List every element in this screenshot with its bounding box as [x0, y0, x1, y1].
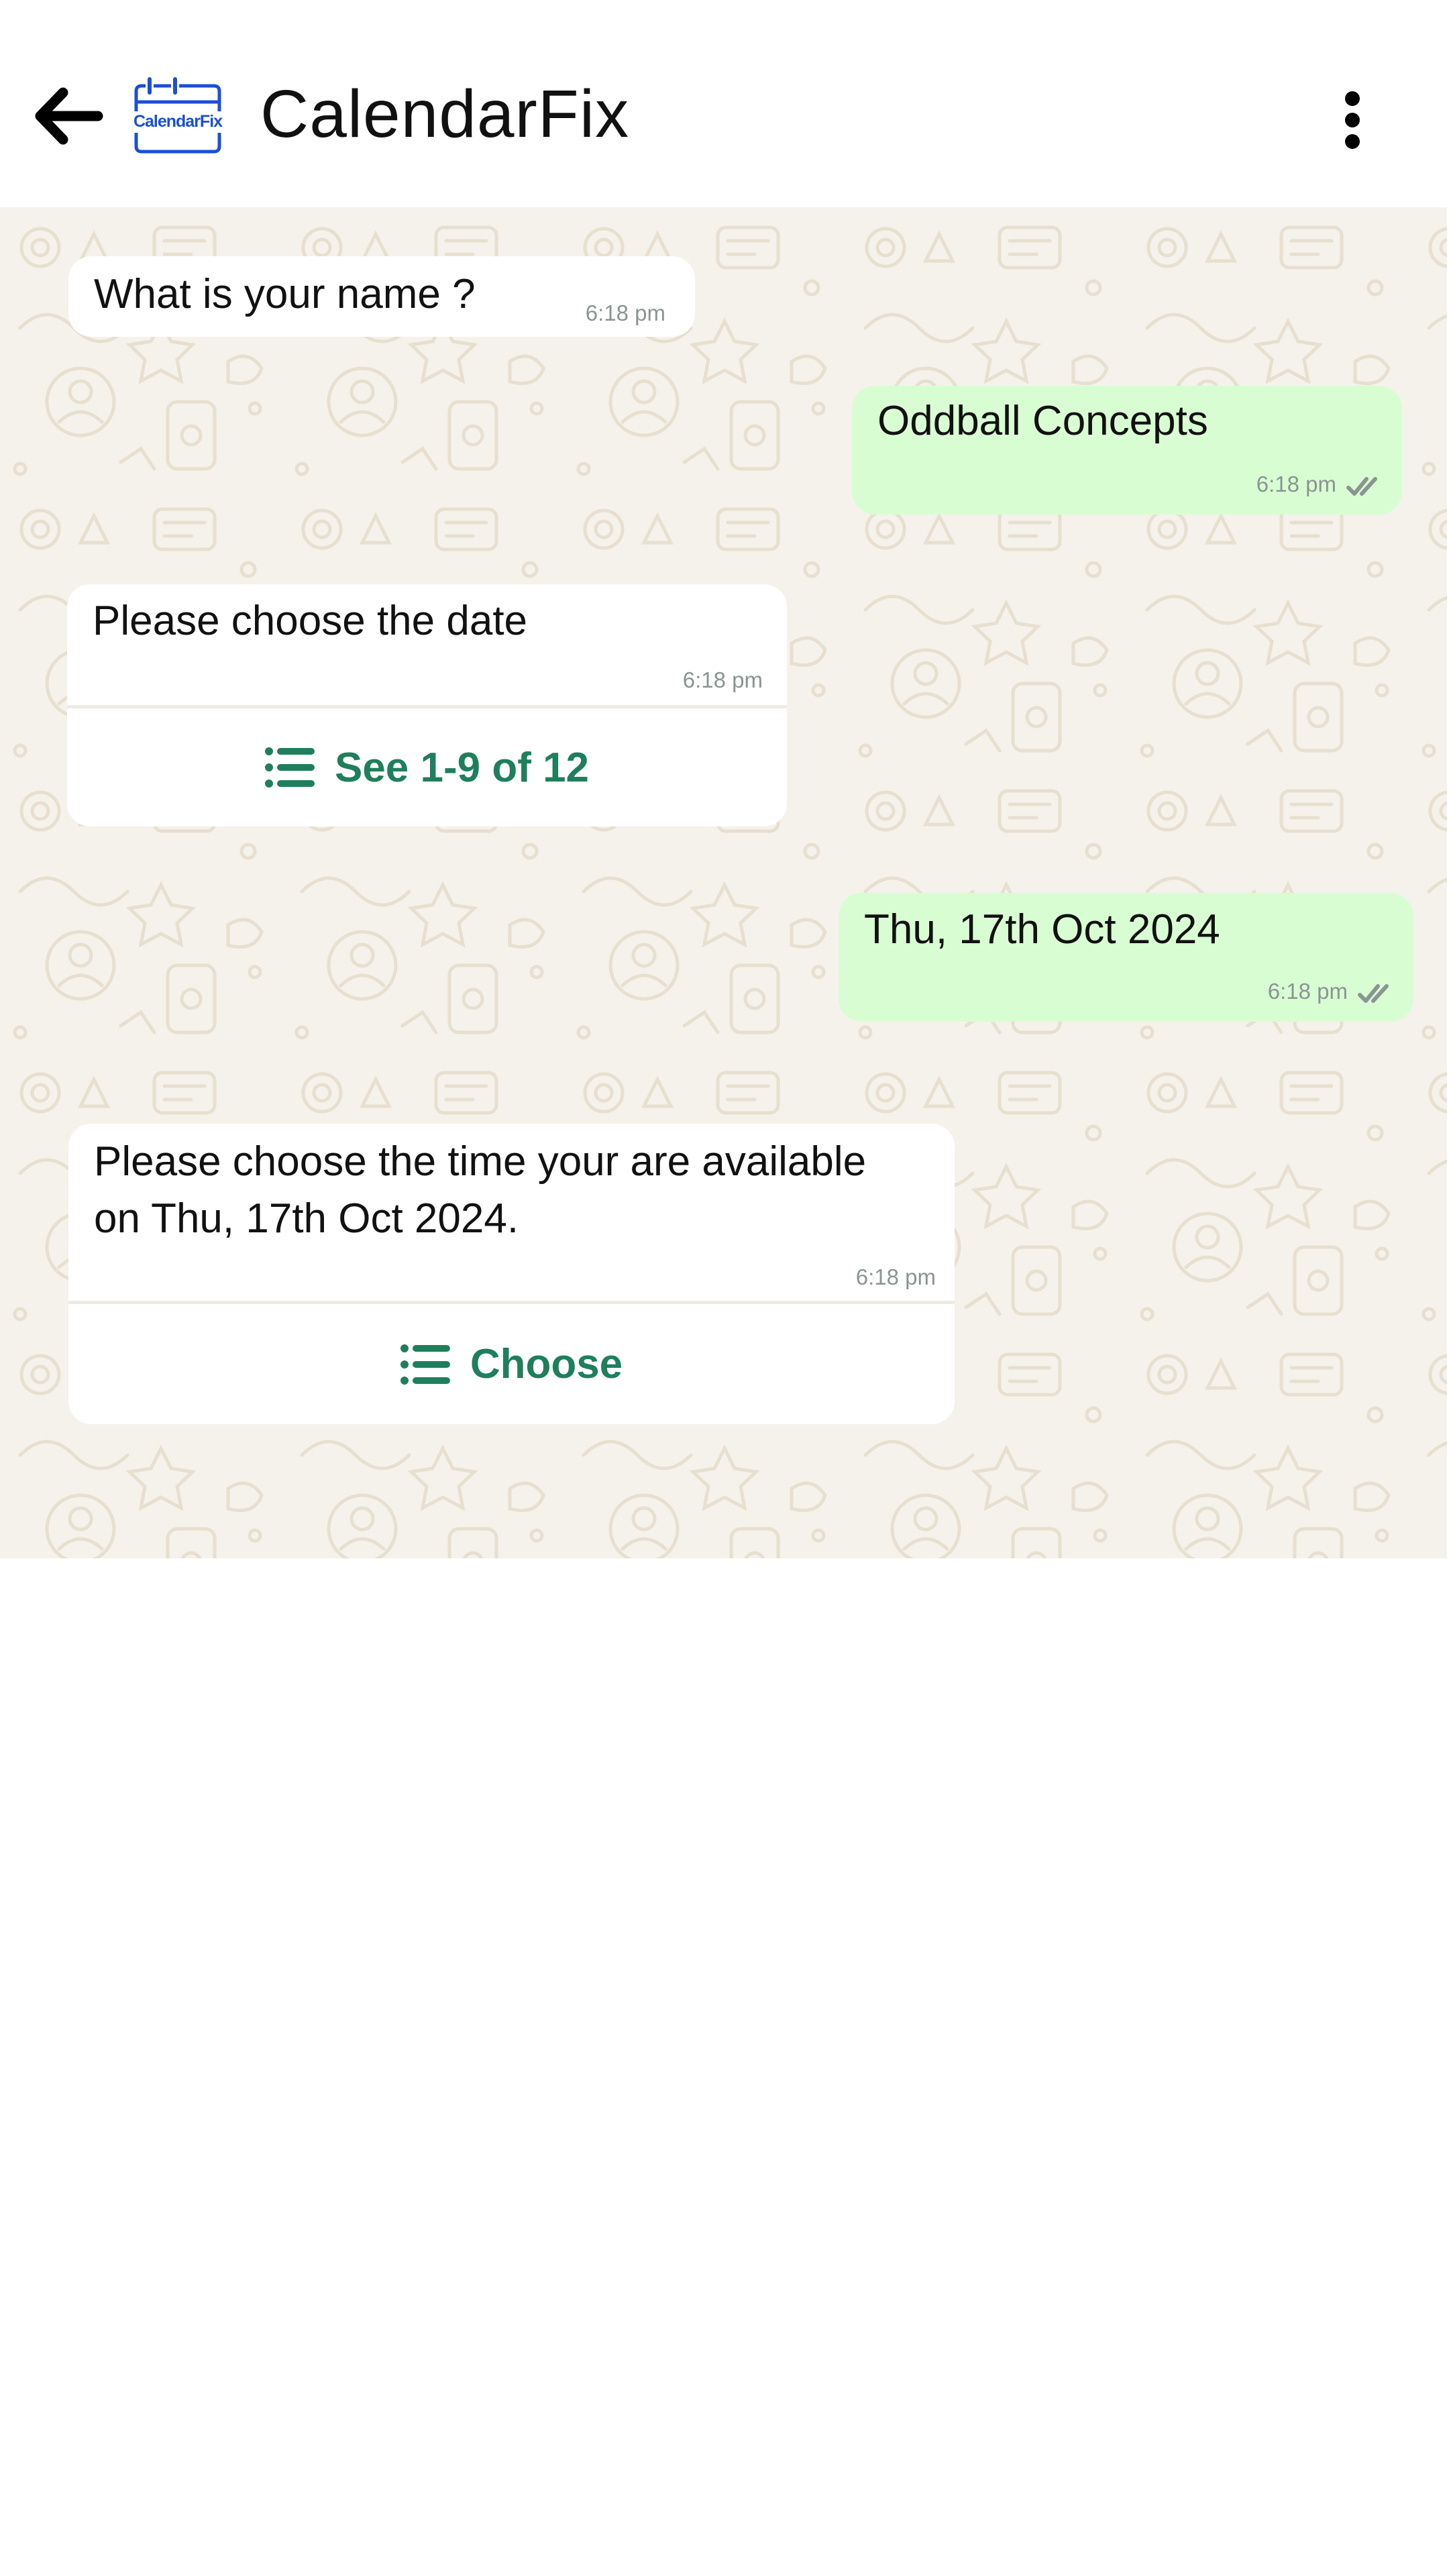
chat-title: CalendarFix [260, 76, 630, 152]
app-logo: CalendarFix [129, 76, 226, 154]
message-time: 6:18 pm [585, 301, 665, 325]
list-icon [264, 747, 315, 788]
incoming-message-with-action: Please choose the date 6:18 pm See 1-9 o… [67, 584, 787, 826]
list-icon [400, 1344, 450, 1385]
logo-text: CalendarFix [133, 112, 223, 131]
chat-area[interactable]: What is your name ? 6:18 pm Oddball Conc… [0, 207, 1447, 1558]
choose-button[interactable]: Choose [68, 1304, 955, 1424]
outgoing-message: Thu, 17th Oct 2024 6:18 pm [839, 893, 1413, 1022]
chat-header: CalendarFix CalendarFix [0, 0, 1449, 207]
message-time: 6:18 pm [1267, 979, 1348, 1004]
see-list-button[interactable]: See 1-9 of 12 [67, 708, 787, 826]
back-button[interactable] [34, 87, 103, 145]
more-options-button[interactable] [1335, 84, 1370, 151]
more-vertical-icon [1345, 91, 1360, 106]
message-text: Thu, 17th Oct 2024 [864, 906, 1220, 953]
message-time: 6:18 pm [855, 1265, 936, 1289]
double-check-icon [1346, 477, 1377, 496]
arrow-left-icon [35, 87, 103, 145]
action-label: See 1-9 of 12 [334, 744, 590, 791]
incoming-message-with-action: Please choose the time your are availabl… [68, 1124, 955, 1424]
message-time: 6:18 pm [682, 667, 763, 692]
message-text: Oddball Concepts [877, 398, 1208, 444]
outgoing-message: Oddball Concepts 6:18 pm [852, 386, 1402, 515]
incoming-message: What is your name ? 6:18 pm [68, 256, 695, 337]
more-vertical-icon-dot [1345, 113, 1360, 127]
double-check-icon [1358, 984, 1389, 1003]
more-vertical-icon-dot [1345, 134, 1360, 149]
calendar-logo-icon: CalendarFix [133, 77, 223, 154]
message-text: What is your name ? [94, 271, 476, 317]
message-text: Please choose the date [93, 598, 528, 644]
action-label: Choose [470, 1341, 623, 1387]
message-time: 6:18 pm [1256, 472, 1336, 496]
message-text: Please choose the time your are availabl… [94, 1138, 867, 1242]
